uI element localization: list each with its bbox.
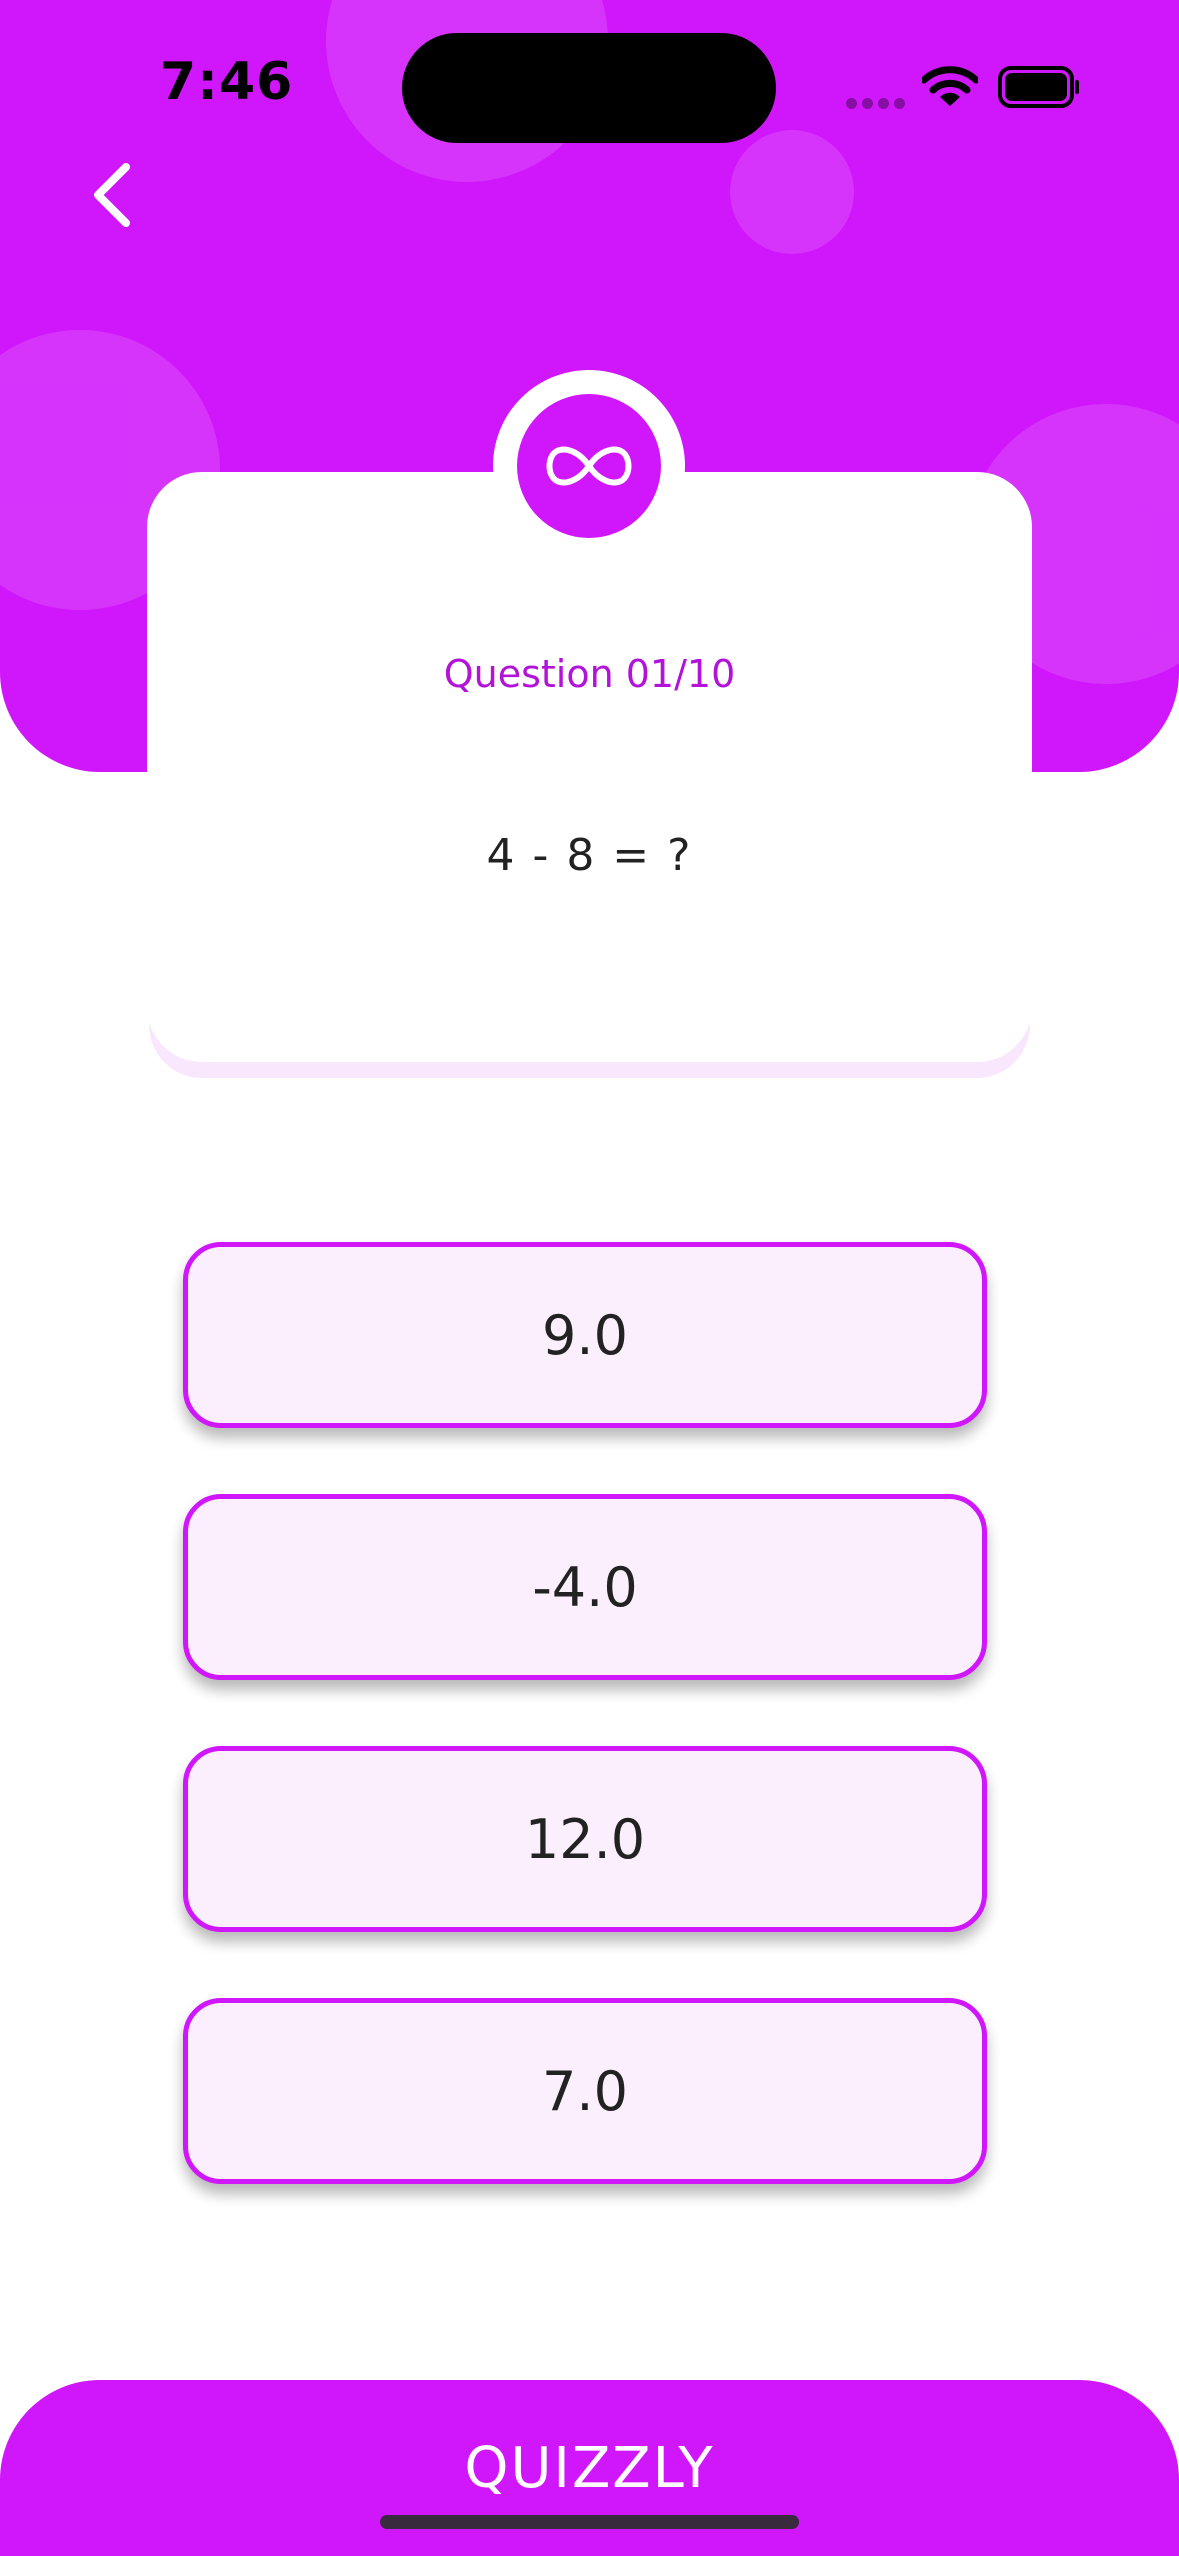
status-bar: 7:46 <box>0 0 1179 170</box>
cellular-signal-icon <box>846 94 910 113</box>
question-text: 4 - 8 = ? <box>486 830 693 881</box>
chevron-left-icon <box>94 163 130 227</box>
answer-option[interactable]: 9.0 <box>183 1242 987 1428</box>
category-badge <box>517 394 661 538</box>
wifi-icon <box>922 66 978 106</box>
answer-option[interactable]: 12.0 <box>183 1746 987 1932</box>
answer-option[interactable]: 7.0 <box>183 1998 987 2184</box>
home-indicator[interactable] <box>380 2515 799 2529</box>
dynamic-island <box>402 33 776 143</box>
app-title: QUIZZLY <box>464 2436 715 2501</box>
infinity-icon <box>546 446 632 486</box>
answer-option[interactable]: -4.0 <box>183 1494 987 1680</box>
back-button[interactable] <box>78 155 148 235</box>
battery-icon <box>998 66 1079 108</box>
status-time: 7:46 <box>160 52 294 112</box>
question-number: Question 01/10 <box>443 652 736 696</box>
